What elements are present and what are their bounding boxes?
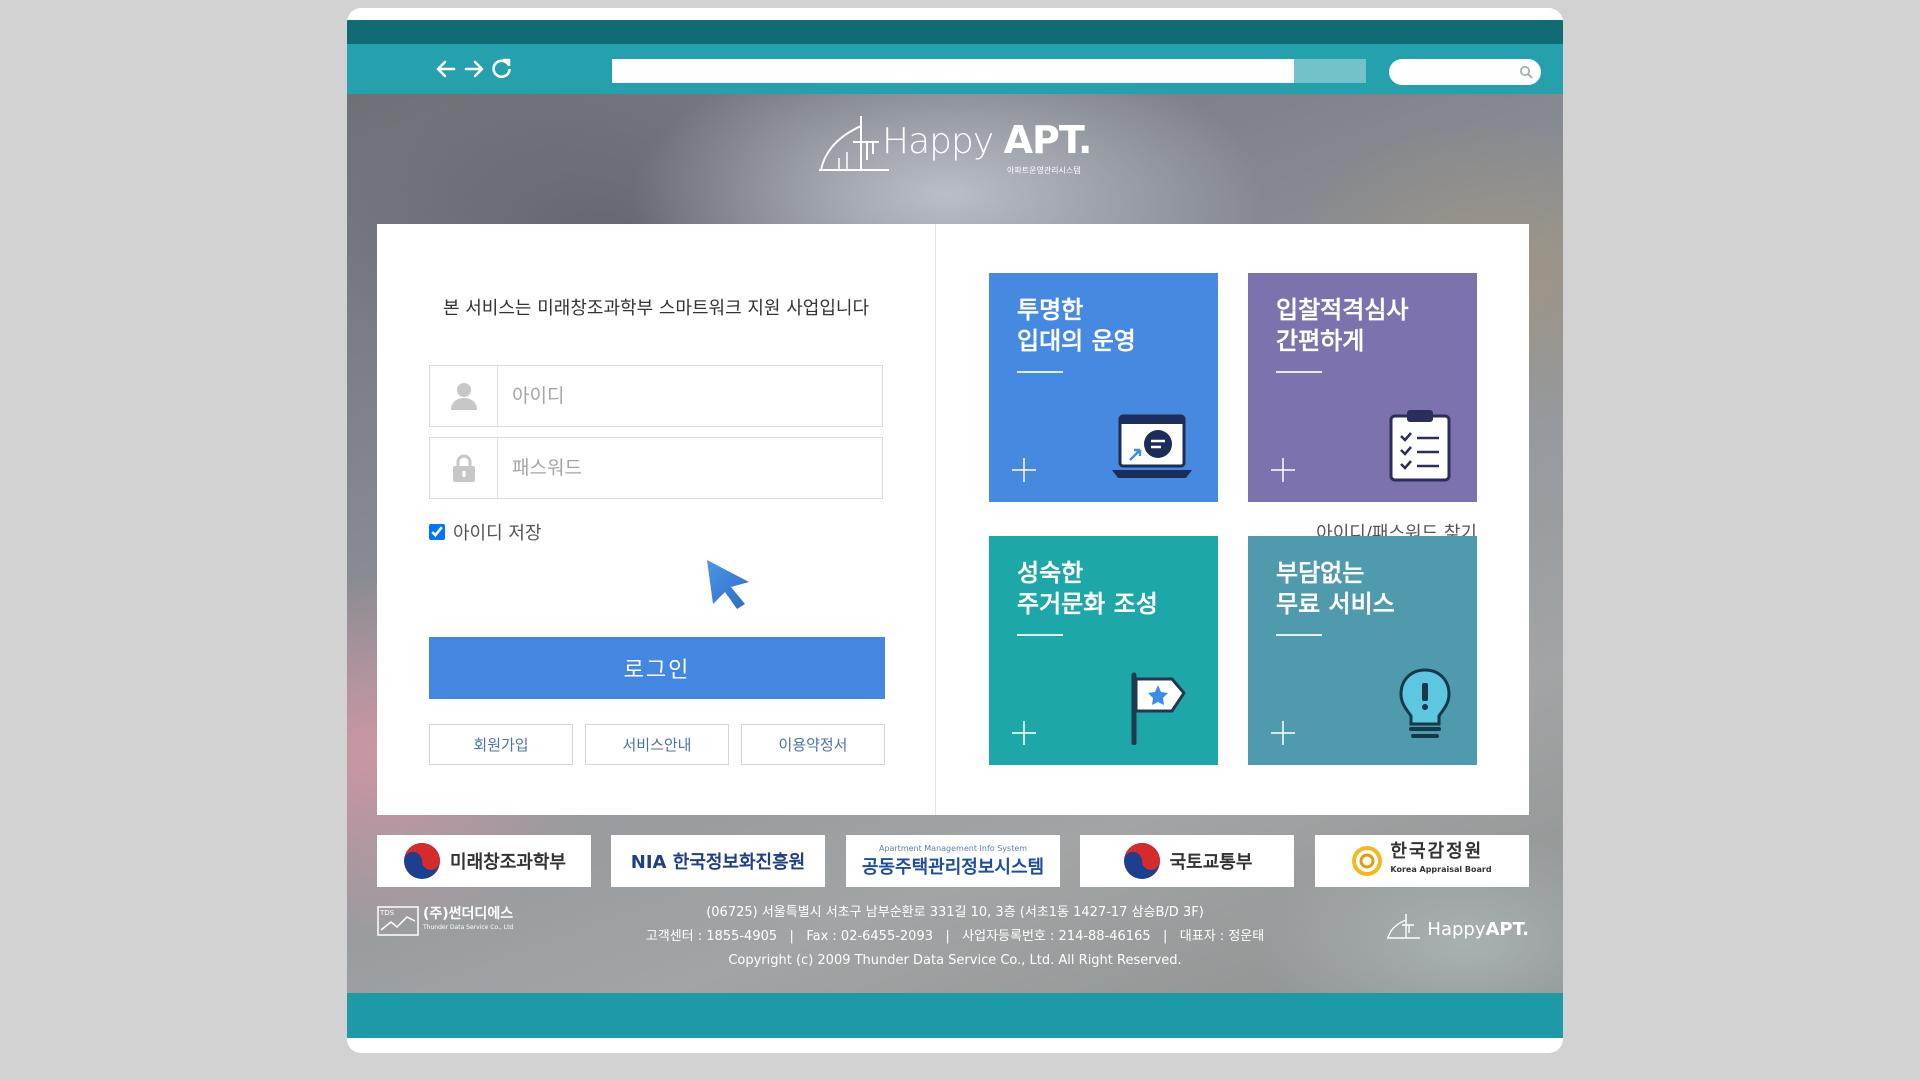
tile-rule [1017, 634, 1063, 636]
footer-logo-happy-text: Happy [1427, 919, 1486, 940]
partner-k-apt[interactable]: Apartment Management Info System 공동주택관리정… [846, 835, 1060, 887]
panel-divider [935, 224, 936, 815]
partner-name: 미래창조과학부 [450, 852, 566, 873]
page-content: Happy APT. 아파트운영관리시스템 본 서비스는 미래창조과학부 스마트… [347, 94, 1563, 1004]
taegeuk-icon [1123, 843, 1160, 879]
partner-kab[interactable]: 한국감정원 Korea Appraisal Board [1315, 835, 1529, 887]
partner-name: 국토교통부 [1169, 852, 1253, 873]
forward-arrow-icon[interactable] [461, 56, 487, 82]
partner-tagline: Apartment Management Info System [878, 843, 1028, 853]
plus-icon[interactable] [1009, 455, 1039, 485]
refresh-icon[interactable] [489, 56, 515, 82]
footer-happy-apt-logo[interactable]: HappyAPT. [1386, 912, 1529, 940]
lock-icon [430, 438, 498, 498]
tile-title: 투명한 입대의 운영 [1017, 296, 1136, 355]
partner-molit[interactable]: 국토교통부 [1080, 835, 1294, 887]
password-input[interactable] [512, 452, 862, 484]
id-field[interactable] [429, 365, 883, 427]
service-notice: 본 서비스는 미래창조과학부 스마트워크 지원 사업입니다 [442, 298, 870, 319]
terms-button[interactable]: 이용약정서 [741, 724, 885, 765]
search-icon[interactable] [1519, 65, 1533, 79]
footer-logo-apt-text: APT. [1485, 919, 1529, 940]
partner-name: 공동주택관리정보시스템 [861, 856, 1045, 878]
plus-icon[interactable] [1268, 718, 1298, 748]
laptop-chat-icon [1112, 414, 1192, 478]
kab-spiral-icon [1352, 846, 1383, 876]
tile-title: 입찰적격심사 간편하게 [1276, 296, 1409, 355]
logo-happy-text: Happy [882, 121, 1004, 162]
pointer-cursor-icon [707, 560, 749, 609]
tile-transparent-operation[interactable]: 투명한 입대의 운영 [989, 273, 1218, 502]
partner-msip[interactable]: 미래창조과학부 [377, 835, 591, 887]
tile-mature-culture[interactable]: 성숙한 주거문화 조성 [989, 536, 1218, 765]
address-go-button[interactable] [1294, 59, 1366, 83]
footer-address: (06725) 서울특별시 서초구 남부순환로 331길 10, 3층 (서초1… [706, 905, 1204, 920]
remember-id-label: 아이디 저장 [453, 523, 542, 544]
remember-id-checkbox[interactable] [429, 524, 445, 540]
partner-logos: 미래창조과학부 NIA 한국정보화진흥원 Apartment Managemen… [377, 835, 1529, 887]
clipboard-checklist-icon [1389, 410, 1451, 482]
window-bottom-bar [347, 993, 1563, 1038]
browser-toolbar [347, 44, 1563, 94]
header: Happy APT. 아파트운영관리시스템 [347, 94, 1563, 204]
window-top-bar [347, 20, 1563, 44]
tile-bid-screening[interactable]: 입찰적격심사 간편하게 [1248, 273, 1477, 502]
password-field[interactable] [429, 437, 883, 499]
logo-wordmark: Happy APT. [882, 118, 1093, 162]
tile-free-service[interactable]: 부담없는 무료 서비스 [1248, 536, 1477, 765]
main-panel: 본 서비스는 미래창조과학부 스마트워크 지원 사업입니다 아이디 저장 아이디… [377, 224, 1529, 815]
partner-name: NIA 한국정보화진흥원 [630, 852, 806, 873]
back-arrow-icon[interactable] [433, 56, 459, 82]
partner-tagline: Korea Appraisal Board [1390, 865, 1492, 874]
happy-apt-logo[interactable]: Happy APT. 아파트운영관리시스템 [817, 112, 1097, 182]
taegeuk-icon [404, 843, 441, 879]
plus-icon[interactable] [1009, 718, 1039, 748]
partner-name: 한국감정원 [1390, 841, 1484, 862]
logo-apt-text: APT. [1003, 118, 1093, 162]
login-button[interactable]: 로그인 [429, 637, 885, 699]
remember-id[interactable]: 아이디 저장 [429, 519, 542, 545]
footer-info: (06725) 서울특별시 서초구 남부순환로 331길 10, 3층 (서초1… [347, 901, 1563, 973]
tile-rule [1017, 371, 1063, 373]
tile-rule [1276, 371, 1322, 373]
app-window: Happy APT. 아파트운영관리시스템 본 서비스는 미래창조과학부 스마트… [347, 8, 1563, 1053]
service-guide-button[interactable]: 서비스안내 [585, 724, 729, 765]
logo-subtitle: 아파트운영관리시스템 [1007, 166, 1081, 175]
footer-contact: 고객센터 : 1855-4905 | Fax : 02-6455-2093 | … [645, 929, 1265, 944]
signup-button[interactable]: 회원가입 [429, 724, 573, 765]
house-sketch-icon [1387, 914, 1421, 939]
browser-search-input[interactable] [1389, 59, 1541, 85]
footer-copyright: Copyright (c) 2009 Thunder Data Service … [728, 953, 1182, 968]
plus-icon[interactable] [1268, 455, 1298, 485]
address-bar[interactable] [612, 59, 1294, 83]
flag-star-icon [1131, 672, 1186, 745]
lightbulb-icon [1399, 668, 1451, 738]
tile-rule [1276, 634, 1322, 636]
user-icon [430, 366, 498, 426]
tile-title: 성숙한 주거문화 조성 [1017, 559, 1158, 618]
tile-title: 부담없는 무료 서비스 [1276, 559, 1395, 618]
id-input[interactable] [512, 380, 862, 412]
partner-nia[interactable]: NIA 한국정보화진흥원 [611, 835, 825, 887]
